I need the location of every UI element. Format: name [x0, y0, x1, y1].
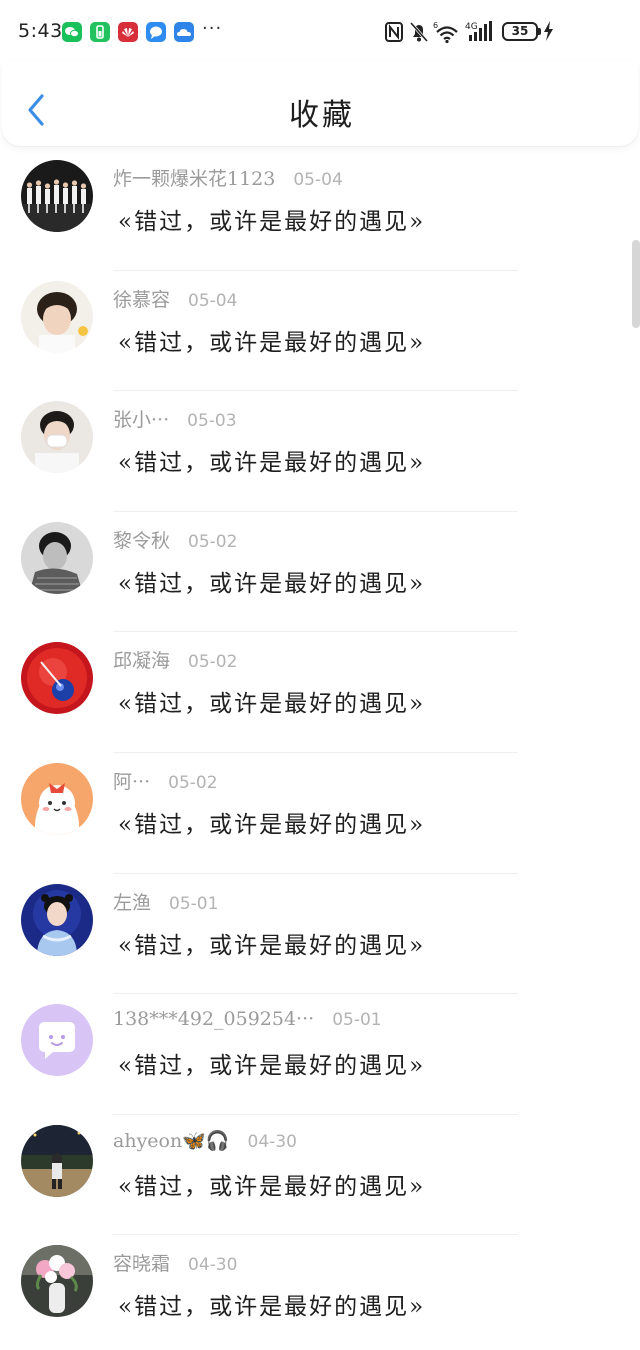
wechat-icon: [62, 22, 82, 42]
list-item[interactable]: 邱凝海 05-02 «错过，或许是最好的遇见»: [0, 632, 640, 753]
item-title[interactable]: «错过，或许是最好的遇见»: [118, 323, 425, 357]
message-icon: [146, 22, 166, 42]
item-meta: 黎令秋 05-02: [113, 526, 237, 553]
status-bar: 5:43 ··· 6 4G 35: [0, 0, 640, 62]
item-meta: ahyeon🦋🎧 04-30: [113, 1129, 297, 1152]
wifi-icon: 6: [433, 20, 461, 48]
avatar: [21, 762, 93, 835]
username[interactable]: 138***492_059254···: [113, 1008, 314, 1030]
item-date: 04-30: [188, 1255, 238, 1276]
avatar: [21, 642, 93, 715]
page-title: 收藏: [289, 98, 355, 133]
huawei-icon: [118, 22, 138, 42]
avatar: [21, 1004, 93, 1077]
nfc-icon: [385, 22, 403, 46]
username[interactable]: 张小···: [113, 409, 169, 431]
username[interactable]: 左渔: [113, 892, 151, 914]
item-title[interactable]: «错过，或许是最好的遇见»: [118, 926, 425, 960]
item-meta: 张小··· 05-03: [113, 405, 237, 432]
item-meta: 容晓霜 04-30: [113, 1249, 237, 1276]
list-item[interactable]: 徐慕容 05-04 «错过，或许是最好的遇见»: [0, 271, 640, 392]
item-date: 05-04: [293, 170, 343, 190]
username[interactable]: ahyeon🦋🎧: [113, 1130, 230, 1152]
item-date: 05-02: [168, 772, 218, 793]
signal-icon: 4G: [465, 20, 493, 48]
item-date: 04-30: [247, 1131, 297, 1152]
item-title[interactable]: «错过，或许是最好的遇见»: [118, 1287, 425, 1321]
username[interactable]: 阿···: [113, 771, 150, 793]
list-item[interactable]: 炸一颗爆米花1123 05-04 «错过，或许是最好的遇见»: [0, 150, 640, 271]
favorites-list: 炸一颗爆米花1123 05-04 «错过，或许是最好的遇见» 徐慕容 05-04 «…: [0, 150, 640, 1350]
item-date: 05-03: [187, 411, 237, 432]
username[interactable]: 黎令秋: [113, 530, 170, 552]
item-date: 05-01: [332, 1010, 382, 1031]
list-item[interactable]: 容晓霜 04-30 «错过，或许是最好的遇见»: [0, 1235, 640, 1350]
item-title[interactable]: «错过，或许是最好的遇见»: [118, 805, 425, 839]
list-item[interactable]: 阿··· 05-02 «错过，或许是最好的遇见»: [0, 753, 640, 874]
username[interactable]: 容晓霜: [113, 1253, 170, 1275]
svg-text:4G: 4G: [465, 22, 478, 32]
item-meta: 左渔 05-01: [113, 888, 218, 915]
list-item[interactable]: 张小··· 05-03 «错过，或许是最好的遇见»: [0, 391, 640, 512]
more-notifications: ···: [202, 18, 223, 39]
avatar: [21, 521, 93, 594]
item-meta: 炸一颗爆米花1123 05-04: [113, 164, 343, 191]
item-date: 05-02: [188, 652, 238, 673]
item-meta: 徐慕容 05-04: [113, 285, 237, 312]
item-date: 05-01: [169, 893, 219, 914]
item-title[interactable]: «错过，或许是最好的遇见»: [118, 202, 425, 236]
svg-text:6: 6: [433, 21, 438, 30]
battery-app-icon: [90, 22, 110, 42]
item-title[interactable]: «错过，或许是最好的遇见»: [118, 443, 425, 477]
username[interactable]: 邱凝海: [113, 650, 170, 672]
item-meta: 138***492_059254··· 05-01: [113, 1008, 382, 1030]
item-meta: 阿··· 05-02: [113, 767, 218, 794]
cloud-icon: [174, 22, 194, 42]
list-item[interactable]: 黎令秋 05-02 «错过，或许是最好的遇见»: [0, 512, 640, 633]
scrollbar[interactable]: [632, 240, 640, 328]
item-date: 05-02: [188, 531, 238, 552]
username[interactable]: 徐慕容: [113, 289, 170, 311]
avatar: [21, 160, 93, 232]
mute-bell-icon: [409, 21, 429, 47]
avatar: [21, 1124, 93, 1197]
avatar: [21, 280, 93, 353]
list-item[interactable]: 138***492_059254··· 05-01 «错过，或许是最好的遇见»: [0, 994, 640, 1115]
item-title[interactable]: «错过，或许是最好的遇见»: [118, 684, 425, 718]
item-title[interactable]: «错过，或许是最好的遇见»: [118, 1167, 425, 1201]
list-item[interactable]: ahyeon🦋🎧 04-30 «错过，或许是最好的遇见»: [0, 1115, 640, 1236]
list-item[interactable]: 左渔 05-01 «错过，或许是最好的遇见»: [0, 874, 640, 995]
item-meta: 邱凝海 05-02: [113, 646, 237, 673]
charging-icon: [542, 20, 554, 46]
username[interactable]: 炸一颗爆米花1123: [113, 168, 275, 190]
item-title[interactable]: «错过，或许是最好的遇见»: [118, 564, 425, 598]
item-title[interactable]: «错过，或许是最好的遇见»: [118, 1046, 425, 1080]
item-date: 05-04: [188, 290, 238, 311]
header: 收藏: [2, 62, 638, 146]
status-time: 5:43: [18, 20, 63, 42]
avatar: [21, 1245, 93, 1318]
avatar: [21, 883, 93, 956]
avatar: [21, 401, 93, 474]
battery-indicator: 35: [502, 22, 541, 41]
